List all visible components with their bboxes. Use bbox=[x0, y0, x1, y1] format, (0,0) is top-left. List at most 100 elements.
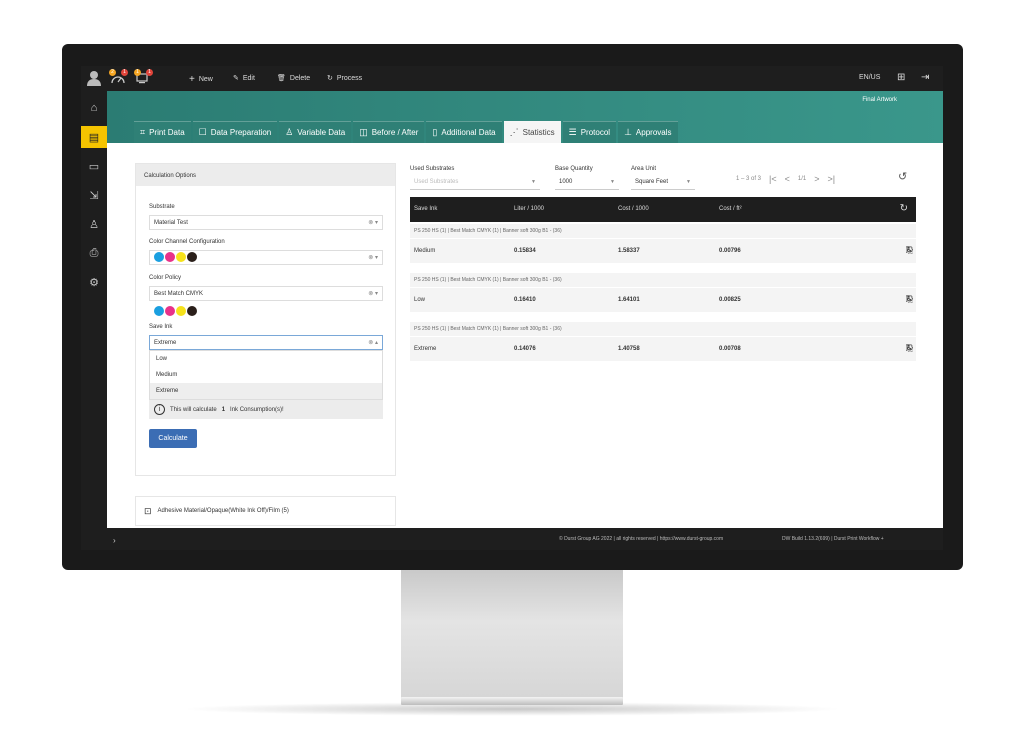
reload-icon[interactable]: ↺ bbox=[898, 170, 907, 183]
alert-badge: 1 bbox=[121, 69, 128, 76]
clear-chevron-up-icon[interactable]: ⊗ ▴ bbox=[368, 339, 378, 346]
page-label: 1/1 bbox=[797, 176, 807, 182]
substrate-select[interactable]: Material Test ⊗ ▾ bbox=[149, 215, 383, 230]
used-substrates-label: Used Substrates bbox=[410, 166, 455, 172]
next-page-icon[interactable]: > bbox=[814, 174, 819, 184]
first-page-icon[interactable]: |< bbox=[769, 174, 777, 184]
plus-icon: + bbox=[189, 74, 195, 85]
chevron-down-icon: ▼ bbox=[686, 179, 691, 185]
row-group-info: PS 250 HS (1) | Best Match CMYK (1) | Ba… bbox=[410, 273, 916, 287]
yellow-swatch bbox=[176, 306, 186, 316]
col-cost-ft: Cost / ft² bbox=[719, 206, 742, 212]
recalculate-icon[interactable]: ↻ bbox=[906, 294, 914, 305]
build-info: DW Build 1.13.2(699) | Durst Print Workf… bbox=[782, 536, 884, 542]
monitor-stand bbox=[401, 570, 623, 698]
tab-approvals[interactable]: ⊥ Approvals bbox=[618, 121, 678, 143]
nav-document-icon[interactable]: ▤ bbox=[81, 126, 107, 148]
recalculate-icon[interactable]: ↻ bbox=[906, 245, 914, 256]
save-ink-label: Save Ink bbox=[149, 324, 173, 330]
table-row[interactable]: Extreme 0.14076 1.40758 0.00708 ⎘ ⌕ ↻ bbox=[410, 337, 916, 361]
locale-switch[interactable]: EN/US bbox=[859, 74, 880, 81]
edit-box-icon: ☐ bbox=[198, 127, 207, 137]
color-policy-label: Color Policy bbox=[149, 275, 182, 281]
process-button[interactable]: ↻ Process bbox=[327, 74, 362, 83]
calculation-options-panel: Calculation Options Substrate Material T… bbox=[135, 163, 396, 476]
nav-folder-icon[interactable]: ▭ bbox=[81, 155, 107, 177]
col-liter: Liter / 1000 bbox=[514, 206, 545, 212]
tab-before-after[interactable]: ◫ Before / After bbox=[353, 121, 425, 143]
nav-gauge-icon[interactable]: ⌂ bbox=[81, 97, 107, 119]
queue-badge: 1 bbox=[134, 69, 141, 76]
nav-settings-icon[interactable]: ⚙ bbox=[81, 271, 107, 293]
tab-bar: ⌗ Print Data ☐ Data Preparation ♙ Variable … bbox=[134, 121, 678, 143]
scan-icon: ⌗ bbox=[140, 127, 146, 137]
last-page-icon[interactable]: >| bbox=[828, 174, 836, 184]
nav-printer-icon[interactable]: ⎙ bbox=[81, 242, 107, 264]
clear-chevron-icon[interactable]: ⊗ ▾ bbox=[368, 254, 378, 261]
delete-button[interactable]: 🗑 Delete bbox=[277, 74, 310, 83]
col-save-ink: Save Ink bbox=[414, 206, 438, 212]
top-bar: 2 1 1 1 + New ✎ Edit 🗑 Delete ↻ Process … bbox=[81, 66, 943, 91]
color-channel-label: Color Channel Configuration bbox=[149, 239, 225, 245]
tab-data-preparation[interactable]: ☐ Data Preparation bbox=[192, 121, 278, 143]
tab-print-data[interactable]: ⌗ Print Data bbox=[134, 121, 191, 143]
recalculate-icon[interactable]: ↻ bbox=[906, 343, 914, 354]
cyan-swatch bbox=[154, 306, 164, 316]
base-quantity-label: Base Quantity bbox=[555, 166, 593, 172]
save-ink-option-extreme[interactable]: Extreme bbox=[150, 383, 382, 399]
material-panel[interactable]: ⊡ Adhesive Material/Opaque(White Ink Off… bbox=[135, 496, 396, 526]
save-ink-option-medium[interactable]: Medium bbox=[150, 367, 382, 383]
new-button[interactable]: + New bbox=[189, 74, 213, 85]
pencil-icon: ✎ bbox=[233, 75, 239, 82]
logout-icon[interactable]: ⇥ bbox=[921, 72, 929, 83]
statistics-content: Calculation Options Substrate Material T… bbox=[107, 143, 943, 528]
expand-chevron-icon[interactable]: › bbox=[113, 536, 116, 545]
refresh-all-icon[interactable]: ↻ bbox=[900, 203, 908, 214]
table-row[interactable]: Low 0.16410 1.64101 0.00825 ⎘ ⌕ ↻ bbox=[410, 288, 916, 312]
tab-statistics[interactable]: ⋰ Statistics bbox=[503, 121, 561, 143]
refresh-icon: ↻ bbox=[327, 75, 333, 82]
range-label: 1 – 3 of 3 bbox=[736, 176, 762, 182]
color-channel-swatches bbox=[154, 252, 197, 262]
copyright: © Durst Group AG 2022 | all rights reser… bbox=[559, 536, 724, 542]
tab-protocol[interactable]: ☰ Protocol bbox=[562, 121, 617, 143]
person-icon: ♙ bbox=[285, 127, 294, 137]
save-ink-option-low[interactable]: Low bbox=[150, 351, 382, 367]
edit-button[interactable]: ✎ Edit bbox=[233, 74, 255, 83]
color-policy-select[interactable]: Best Match CMYK ⊗ ▾ bbox=[149, 286, 383, 301]
substrate-label: Substrate bbox=[149, 204, 175, 210]
col-cost: Cost / 1000 bbox=[618, 206, 649, 212]
footer: › © Durst Group AG 2022 | all rights res… bbox=[107, 528, 943, 550]
avatar[interactable] bbox=[87, 70, 101, 86]
info-icon: i bbox=[154, 404, 165, 415]
save-ink-dropdown: Low Medium Extreme bbox=[149, 350, 383, 400]
table-row[interactable]: Medium 0.15834 1.58337 0.00796 ⎘ ⌕ ↻ bbox=[410, 239, 916, 263]
book-icon[interactable]: ⊞ bbox=[897, 72, 905, 83]
black-swatch bbox=[187, 306, 197, 316]
nav-user-icon[interactable]: ♙ bbox=[81, 213, 107, 235]
compare-icon: ◫ bbox=[359, 127, 368, 137]
chevron-down-icon: ▼ bbox=[610, 179, 615, 185]
queue-alert-badge: 1 bbox=[146, 69, 153, 76]
chart-icon: ⋰ bbox=[509, 127, 519, 137]
nav-import-icon[interactable]: ⇲ bbox=[81, 184, 107, 206]
camera-icon: ⊡ bbox=[144, 505, 152, 516]
clear-chevron-icon[interactable]: ⊗ ▾ bbox=[368, 290, 378, 297]
prev-page-icon[interactable]: < bbox=[785, 174, 790, 184]
save-ink-select[interactable]: Extreme ⊗ ▴ bbox=[149, 335, 383, 350]
used-substrates-select[interactable]: Used Substrates ▼ bbox=[410, 175, 540, 190]
clear-chevron-icon[interactable]: ⊗ ▾ bbox=[368, 219, 378, 226]
magenta-swatch bbox=[165, 306, 175, 316]
monitor-stand-base bbox=[401, 697, 623, 705]
tab-additional-data[interactable]: ▯ Additional Data bbox=[426, 121, 502, 143]
base-quantity-select[interactable]: 1000 ▼ bbox=[555, 175, 619, 190]
area-unit-label: Area Unit bbox=[631, 166, 657, 172]
calculate-button[interactable]: Calculate bbox=[149, 429, 197, 448]
tab-variable-data[interactable]: ♙ Variable Data bbox=[279, 121, 352, 143]
table-header: Save Ink Liter / 1000 Cost / 1000 Cost /… bbox=[410, 197, 916, 222]
job-header: Final Artwork ⌗ Print Data ☐ Data Preparat… bbox=[107, 91, 943, 143]
area-unit-select[interactable]: Square Feet ▼ bbox=[631, 175, 695, 190]
notification-badge: 2 bbox=[109, 69, 116, 76]
app-screen: 2 1 1 1 + New ✎ Edit 🗑 Delete ↻ Process … bbox=[81, 66, 943, 550]
black-swatch bbox=[187, 252, 197, 262]
